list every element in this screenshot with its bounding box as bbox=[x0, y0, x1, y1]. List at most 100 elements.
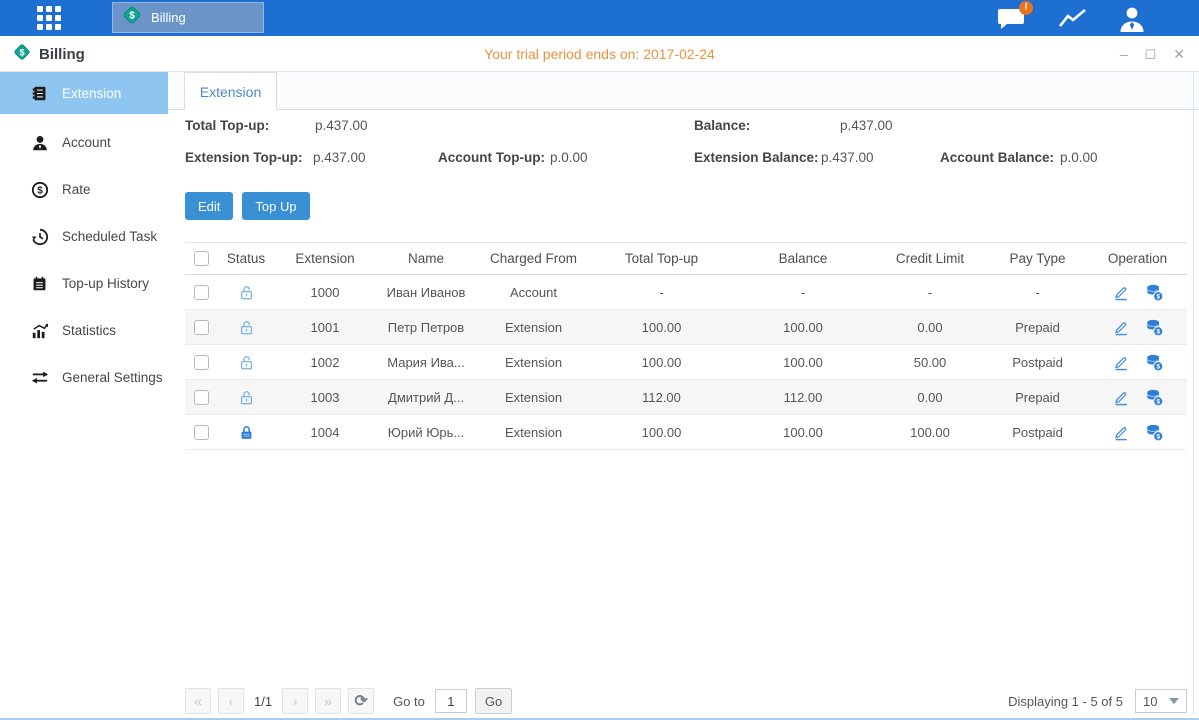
sliders-icon bbox=[30, 368, 49, 387]
edit-pencil-icon[interactable] bbox=[1112, 423, 1130, 441]
column-header: Total Top-up bbox=[590, 243, 733, 274]
credit-limit-cell: 0.00 bbox=[873, 310, 987, 344]
refresh-icon[interactable]: ⟳ bbox=[348, 688, 374, 714]
charged-from-cell: Extension bbox=[477, 310, 590, 344]
total-topup-cell: 100.00 bbox=[590, 345, 733, 379]
balance-label: Balance: bbox=[694, 118, 750, 133]
top-up-coins-icon[interactable]: $ bbox=[1145, 318, 1164, 337]
top-up-coins-icon[interactable]: $ bbox=[1145, 423, 1164, 442]
svg-text:$: $ bbox=[1156, 328, 1160, 335]
dollar-circle-icon: $ bbox=[30, 180, 49, 199]
top-up-coins-icon[interactable]: $ bbox=[1145, 388, 1164, 407]
top-up-coins-icon[interactable]: $ bbox=[1145, 353, 1164, 372]
edit-pencil-icon[interactable] bbox=[1112, 353, 1130, 371]
trial-notice: Your trial period ends on: 2017-02-24 bbox=[0, 36, 1199, 72]
edit-pencil-icon[interactable] bbox=[1112, 388, 1130, 406]
sidebar-item-statistics[interactable]: Statistics bbox=[0, 307, 168, 354]
row-checkbox[interactable] bbox=[194, 390, 209, 405]
total-topup-cell: 112.00 bbox=[590, 380, 733, 414]
column-header: Credit Limit bbox=[873, 243, 987, 274]
svg-text:$: $ bbox=[1156, 363, 1160, 370]
pay-type-cell: Prepaid bbox=[987, 310, 1088, 344]
sidebar-item-general-settings[interactable]: General Settings bbox=[0, 354, 168, 401]
user-icon[interactable] bbox=[1113, 4, 1151, 34]
lock-open-icon[interactable] bbox=[238, 389, 255, 406]
extension-table: StatusExtensionNameCharged FromTotal Top… bbox=[185, 242, 1187, 450]
table-row: 1001Петр ПетровExtension100.00100.000.00… bbox=[185, 310, 1187, 345]
select-all-checkbox[interactable] bbox=[194, 251, 209, 266]
lock-open-icon[interactable] bbox=[238, 354, 255, 371]
pay-type-cell: - bbox=[987, 275, 1088, 309]
credit-limit-cell: - bbox=[873, 275, 987, 309]
row-checkbox[interactable] bbox=[194, 285, 209, 300]
column-header: Status bbox=[217, 243, 275, 274]
row-checkbox[interactable] bbox=[194, 320, 209, 335]
lock-closed-icon[interactable] bbox=[238, 424, 255, 441]
table-row: 1000Иван ИвановAccount----$ bbox=[185, 275, 1187, 310]
total-topup-cell: 100.00 bbox=[590, 415, 733, 449]
sidebar-item-scheduled-task[interactable]: Scheduled Task bbox=[0, 213, 168, 260]
maximize-button[interactable]: ☐ bbox=[1145, 48, 1157, 61]
goto-label: Go to bbox=[393, 694, 425, 709]
sidebar-item-label: Scheduled Task bbox=[62, 229, 157, 244]
total-topup-cell: - bbox=[590, 275, 733, 309]
row-checkbox[interactable] bbox=[194, 355, 209, 370]
taskbar-tab-billing[interactable]: $ Billing bbox=[112, 2, 264, 33]
first-page-button[interactable]: « bbox=[185, 688, 211, 714]
stats-chart-icon bbox=[30, 321, 49, 340]
close-button[interactable]: ✕ bbox=[1173, 47, 1185, 61]
sidebar-item-topup-history[interactable]: Top-up History bbox=[0, 260, 168, 307]
tab-extension[interactable]: Extension bbox=[184, 72, 277, 110]
extension-cell: 1000 bbox=[275, 275, 375, 309]
sidebar-item-label: Top-up History bbox=[62, 276, 149, 291]
edit-pencil-icon[interactable] bbox=[1112, 283, 1130, 301]
row-checkbox[interactable] bbox=[194, 425, 209, 440]
edit-button[interactable]: Edit bbox=[185, 192, 233, 220]
pay-type-cell: Postpaid bbox=[987, 345, 1088, 379]
extension-cell: 1003 bbox=[275, 380, 375, 414]
sidebar-item-rate[interactable]: $ Rate bbox=[0, 166, 168, 213]
column-header: Name bbox=[375, 243, 477, 274]
top-up-coins-icon[interactable]: $ bbox=[1145, 283, 1164, 302]
chat-icon[interactable]: ! bbox=[993, 4, 1031, 34]
extension-balance-value: p.437.00 bbox=[821, 150, 874, 165]
balance-cell: 100.00 bbox=[733, 415, 873, 449]
name-cell: Петр Петров bbox=[375, 310, 477, 344]
charged-from-cell: Extension bbox=[477, 380, 590, 414]
sidebar-item-label: Rate bbox=[62, 182, 91, 197]
chart-icon[interactable] bbox=[1054, 4, 1092, 34]
minimize-button[interactable]: – bbox=[1120, 47, 1128, 61]
table-row: 1003Дмитрий Д...Extension112.00112.000.0… bbox=[185, 380, 1187, 415]
next-page-button[interactable]: › bbox=[282, 688, 308, 714]
charged-from-cell: Account bbox=[477, 275, 590, 309]
name-cell: Дмитрий Д... bbox=[375, 380, 477, 414]
prev-page-button[interactable]: ‹ bbox=[218, 688, 244, 714]
chevron-down-icon bbox=[1169, 698, 1179, 704]
credit-limit-cell: 0.00 bbox=[873, 380, 987, 414]
edit-pencil-icon[interactable] bbox=[1112, 318, 1130, 336]
balance-cell: - bbox=[733, 275, 873, 309]
pay-type-cell: Prepaid bbox=[987, 380, 1088, 414]
column-header: Balance bbox=[733, 243, 873, 274]
billing-app-window: $ Billing ! bbox=[0, 0, 1199, 720]
app-grid-icon[interactable] bbox=[37, 6, 67, 30]
lock-open-icon[interactable] bbox=[238, 319, 255, 336]
sidebar-item-account[interactable]: Account bbox=[0, 119, 168, 166]
balance-cell: 112.00 bbox=[733, 380, 873, 414]
top-up-button[interactable]: Top Up bbox=[242, 192, 309, 220]
tab-bar: Extension bbox=[168, 72, 1199, 110]
last-page-button[interactable]: » bbox=[315, 688, 341, 714]
page-size-select[interactable]: 10 bbox=[1135, 689, 1187, 713]
svg-text:$: $ bbox=[129, 11, 135, 22]
extension-cell: 1001 bbox=[275, 310, 375, 344]
go-button[interactable]: Go bbox=[475, 688, 512, 714]
svg-text:$: $ bbox=[37, 185, 43, 196]
name-cell: Мария Ива... bbox=[375, 345, 477, 379]
sidebar-item-extension[interactable]: Extension bbox=[0, 72, 168, 114]
balance-value: p.437.00 bbox=[840, 118, 893, 133]
lock-open-icon[interactable] bbox=[238, 284, 255, 301]
name-cell: Юрий Юрь... bbox=[375, 415, 477, 449]
goto-page-input[interactable] bbox=[435, 689, 467, 713]
sidebar-item-label: Statistics bbox=[62, 323, 116, 338]
total-topup-value: p.437.00 bbox=[315, 118, 368, 133]
